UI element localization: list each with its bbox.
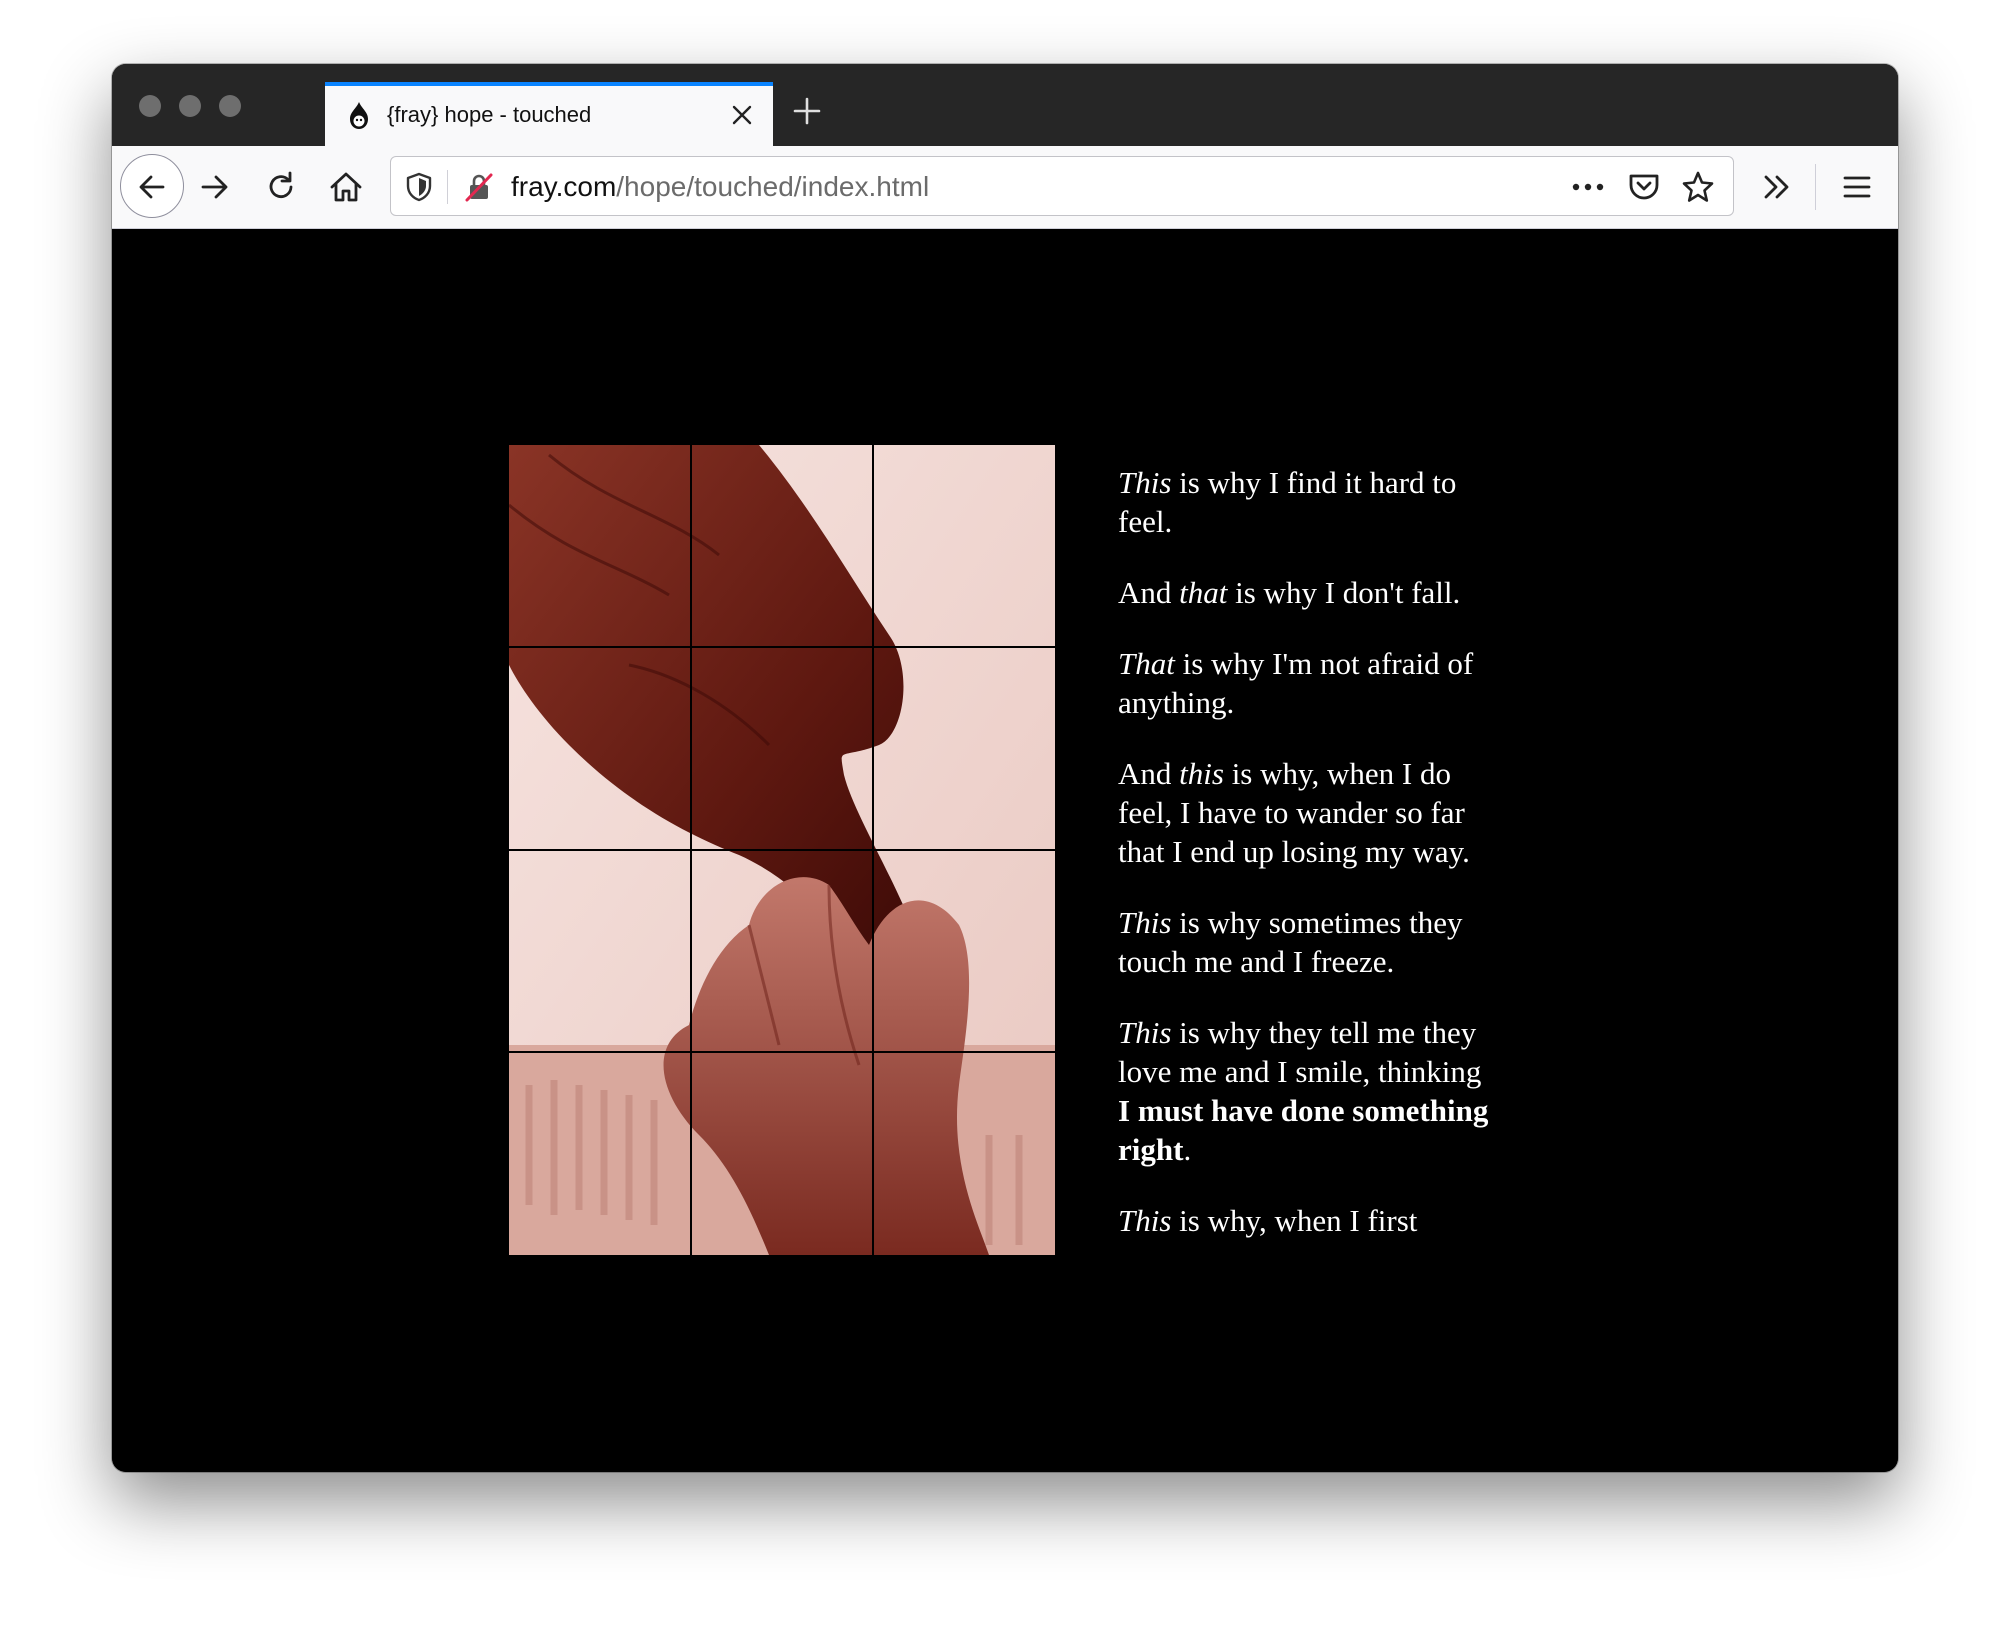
poem-paragraph: And that is why I don't fall. [1118, 573, 1498, 612]
insecure-lock-icon[interactable] [463, 171, 495, 203]
poem-paragraph: That is why I'm not afraid of anything. [1118, 644, 1498, 722]
reload-icon[interactable] [264, 170, 298, 204]
url-text[interactable]: fray.com/hope/touched/index.html [511, 171, 929, 203]
minimize-window-button[interactable] [179, 95, 201, 117]
poem-run: is why they tell me they love me and I s… [1118, 1015, 1482, 1089]
fray-logo-icon [350, 102, 368, 129]
poem-run: I must have done something right [1118, 1093, 1489, 1167]
poem-run: That [1118, 646, 1175, 681]
tab-bar: {fray} hope - touched [112, 64, 1898, 146]
hands-image [509, 445, 1055, 1255]
plus-icon[interactable] [791, 95, 823, 127]
navigation-toolbar: fray.com/hope/touched/index.html [112, 146, 1898, 229]
browser-window: {fray} hope - touched fray.com/hope/touc… [112, 64, 1898, 1472]
grid-line [509, 1051, 1055, 1053]
close-window-button[interactable] [139, 95, 161, 117]
poem-run: This [1118, 1015, 1172, 1050]
tab-title: {fray} hope - touched [387, 102, 592, 127]
poem-paragraph: This is why sometimes they touch me and … [1118, 903, 1498, 981]
poem-paragraph: This is why they tell me they love me an… [1118, 1013, 1498, 1169]
poem-text: This is why I find it hard to feel. And t… [1118, 445, 1498, 1255]
poem-run: that [1179, 575, 1228, 610]
poem-paragraph: This is why, when I first [1118, 1201, 1498, 1240]
back-button[interactable] [120, 154, 184, 218]
home-icon[interactable] [328, 169, 364, 205]
star-icon[interactable] [1681, 170, 1715, 204]
url-path: /hope/touched/index.html [616, 171, 930, 202]
close-icon[interactable] [729, 102, 755, 128]
chevron-double-right-icon[interactable] [1760, 170, 1794, 204]
poem-run: is why I don't fall. [1227, 575, 1461, 610]
toolbar-separator [1815, 164, 1816, 210]
more-icon[interactable] [1571, 177, 1605, 197]
poem-run: And [1118, 756, 1180, 791]
poem-run: is why, when I first [1171, 1203, 1418, 1238]
poem-run: this [1179, 756, 1224, 791]
url-separator [447, 170, 448, 204]
poem-run: This [1118, 465, 1172, 500]
pocket-icon[interactable] [1627, 171, 1661, 203]
arrow-left-icon [139, 175, 165, 199]
url-host: fray.com [511, 171, 617, 202]
tab-active[interactable]: {fray} hope - touched [325, 82, 773, 146]
poem-paragraph: This is why I find it hard to feel. [1118, 463, 1498, 541]
poem-paragraph: And this is why, when I do feel, I have … [1118, 754, 1498, 871]
zoom-window-button[interactable] [219, 95, 241, 117]
grid-line [509, 646, 1055, 648]
hamburger-menu-icon[interactable] [1842, 172, 1872, 202]
poem-run: . [1183, 1132, 1192, 1167]
grid-line [509, 849, 1055, 851]
address-bar[interactable]: fray.com/hope/touched/index.html [390, 156, 1734, 216]
poem-run: This [1118, 1203, 1172, 1238]
poem-run: This [1118, 905, 1172, 940]
arrow-right-icon[interactable] [198, 170, 232, 204]
page-content: This is why I find it hard to feel. And t… [112, 229, 1898, 1472]
poem-run: And [1118, 575, 1180, 610]
shield-icon[interactable] [405, 172, 433, 202]
